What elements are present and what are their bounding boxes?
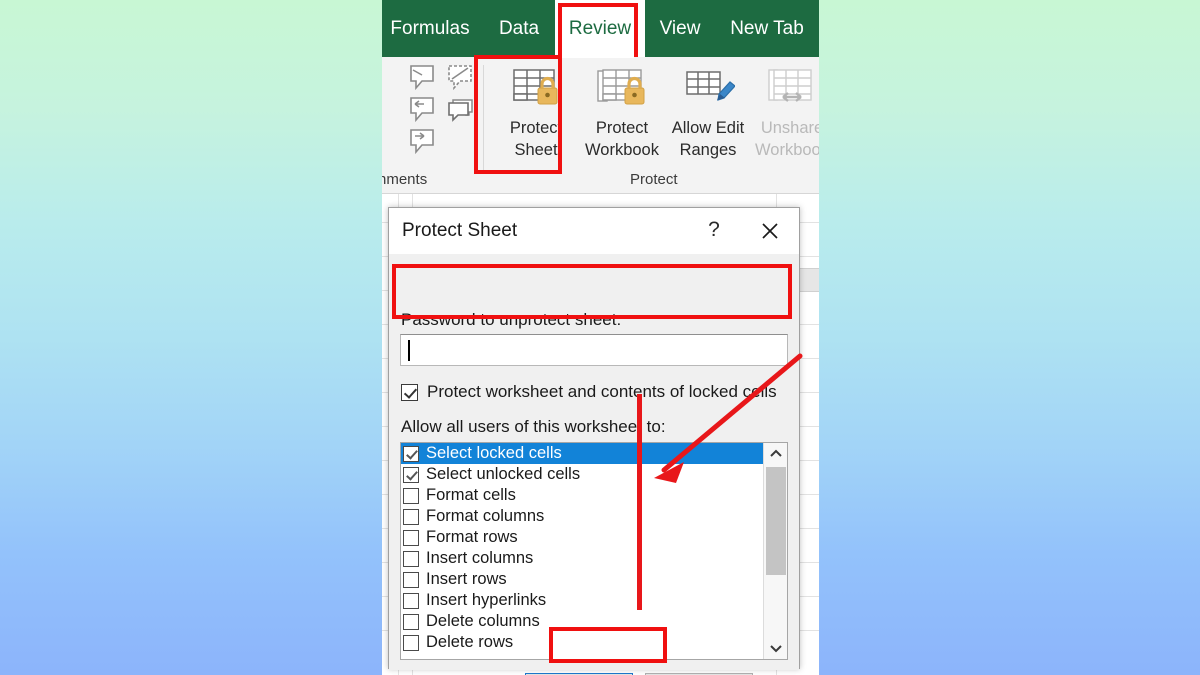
list-item[interactable]: Insert columns	[401, 548, 787, 569]
ribbon-group-divider	[483, 65, 484, 173]
ribbon-tab-bar: Formulas Data Review View New Tab	[382, 0, 819, 57]
permission-checkbox[interactable]	[403, 550, 419, 567]
permissions-listbox[interactable]: Select locked cells Select unlocked cell…	[400, 442, 788, 660]
chevron-down-icon[interactable]	[764, 637, 787, 659]
list-item[interactable]: Format rows	[401, 527, 787, 548]
protect-worksheet-checkbox-label: Protect worksheet and contents of locked…	[427, 382, 777, 401]
help-icon[interactable]: ?	[701, 218, 727, 242]
permission-label: Delete rows	[426, 633, 514, 651]
ribbon-body: ent nments Pr	[382, 57, 819, 218]
unshare-workbook-label-line1: Unshare	[760, 119, 819, 137]
list-item[interactable]: Format columns	[401, 506, 787, 527]
close-icon[interactable]	[753, 216, 787, 246]
tab-data-label: Data	[498, 17, 540, 39]
unshare-workbook-button: Unshare Workbook	[748, 61, 819, 161]
permission-checkbox[interactable]	[403, 487, 419, 504]
permission-checkbox[interactable]	[403, 466, 419, 483]
protect-worksheet-checkbox[interactable]	[401, 383, 418, 401]
permission-checkbox[interactable]	[403, 529, 419, 546]
protect-sheet-label-line1: Protect	[509, 119, 563, 137]
tab-formulas-label: Formulas	[390, 17, 470, 39]
allow-edit-ranges-button[interactable]: Allow Edit Ranges	[664, 61, 752, 161]
permission-checkbox[interactable]	[403, 571, 419, 588]
permission-label: Insert hyperlinks	[426, 591, 547, 609]
permission-label: Format columns	[426, 507, 545, 525]
protect-group-label: Protect	[630, 171, 678, 188]
list-item[interactable]: Format cells	[401, 485, 787, 506]
comments-group-label: nments	[382, 171, 428, 188]
protect-workbook-label-line2: Workbook	[585, 141, 659, 159]
allow-edit-ranges-label-line2: Ranges	[679, 141, 737, 159]
protect-workbook-button[interactable]: Protect Workbook	[578, 61, 666, 161]
list-item[interactable]: Select unlocked cells	[401, 464, 787, 485]
text-caret	[408, 340, 410, 361]
screenshot-root: Formulas Data Review View New Tab nments…	[0, 0, 1200, 675]
unshare-workbook-icon	[748, 61, 819, 117]
permission-label: Insert columns	[426, 549, 534, 567]
permission-label: Delete columns	[426, 612, 540, 630]
tab-view[interactable]: View	[647, 0, 713, 57]
permission-label: Select unlocked cells	[426, 465, 581, 483]
tab-view-label: View	[659, 17, 701, 39]
scrollbar-thumb[interactable]	[766, 467, 786, 575]
delete-comment-icon[interactable]	[444, 63, 478, 98]
list-item[interactable]: Delete rows	[401, 632, 787, 653]
permission-label: Insert rows	[426, 570, 507, 588]
new-comment-icon[interactable]	[406, 63, 440, 98]
permission-checkbox[interactable]	[403, 445, 419, 462]
permission-label: Format rows	[426, 528, 518, 546]
tab-data[interactable]: Data	[489, 0, 549, 57]
tab-new-tab[interactable]: New Tab	[715, 0, 819, 57]
protect-sheet-label-line2: Sheet	[514, 141, 558, 159]
allow-users-label: Allow all users of this worksheet to:	[401, 417, 666, 436]
protect-workbook-icon	[578, 61, 666, 117]
allow-edit-ranges-label-line1: Allow Edit	[671, 119, 745, 137]
tab-review[interactable]: Review	[555, 0, 645, 57]
permission-label: Format cells	[426, 486, 516, 504]
list-item[interactable]: Select locked cells	[401, 443, 765, 464]
permission-checkbox[interactable]	[403, 592, 419, 609]
annotation-box-join-mask	[562, 53, 634, 58]
password-input[interactable]	[400, 334, 788, 366]
dialog-title-bar: Protect Sheet ?	[389, 208, 799, 254]
dialog-title: Protect Sheet	[402, 220, 518, 241]
permission-checkbox[interactable]	[403, 613, 419, 630]
dialog-body: Password to unprotect sheet: Protect wor…	[389, 254, 799, 675]
permission-label: Select locked cells	[426, 444, 562, 462]
list-item[interactable]: Insert hyperlinks	[401, 590, 787, 611]
unshare-workbook-label-line2: Workbook	[755, 141, 819, 159]
password-label-text: Password to unprotect sheet:	[401, 310, 622, 329]
list-item[interactable]: Delete columns	[401, 611, 787, 632]
show-comments-icon[interactable]	[444, 95, 478, 130]
previous-comment-icon[interactable]	[406, 95, 440, 130]
permissions-scrollbar[interactable]	[763, 443, 787, 659]
tab-new-tab-label: New Tab	[730, 17, 804, 39]
permission-checkbox[interactable]	[403, 508, 419, 525]
password-label: Password to unprotect sheet:	[401, 310, 621, 330]
allow-edit-ranges-icon	[664, 61, 752, 117]
protect-sheet-dialog: Protect Sheet ? Password to unprotect sh…	[388, 207, 800, 675]
list-item[interactable]: Insert rows	[401, 569, 787, 590]
tab-formulas[interactable]: Formulas	[382, 0, 480, 57]
permission-checkbox[interactable]	[403, 634, 419, 651]
next-comment-icon[interactable]	[406, 127, 440, 162]
protect-workbook-label-line1: Protect	[595, 119, 649, 137]
protect-sheet-button[interactable]: Protect Sheet	[492, 61, 580, 161]
protect-worksheet-checkbox-row[interactable]: Protect worksheet and contents of locked…	[401, 382, 777, 402]
chevron-up-icon[interactable]	[764, 443, 787, 465]
tab-review-label: Review	[568, 17, 632, 39]
protect-sheet-icon	[492, 61, 580, 117]
